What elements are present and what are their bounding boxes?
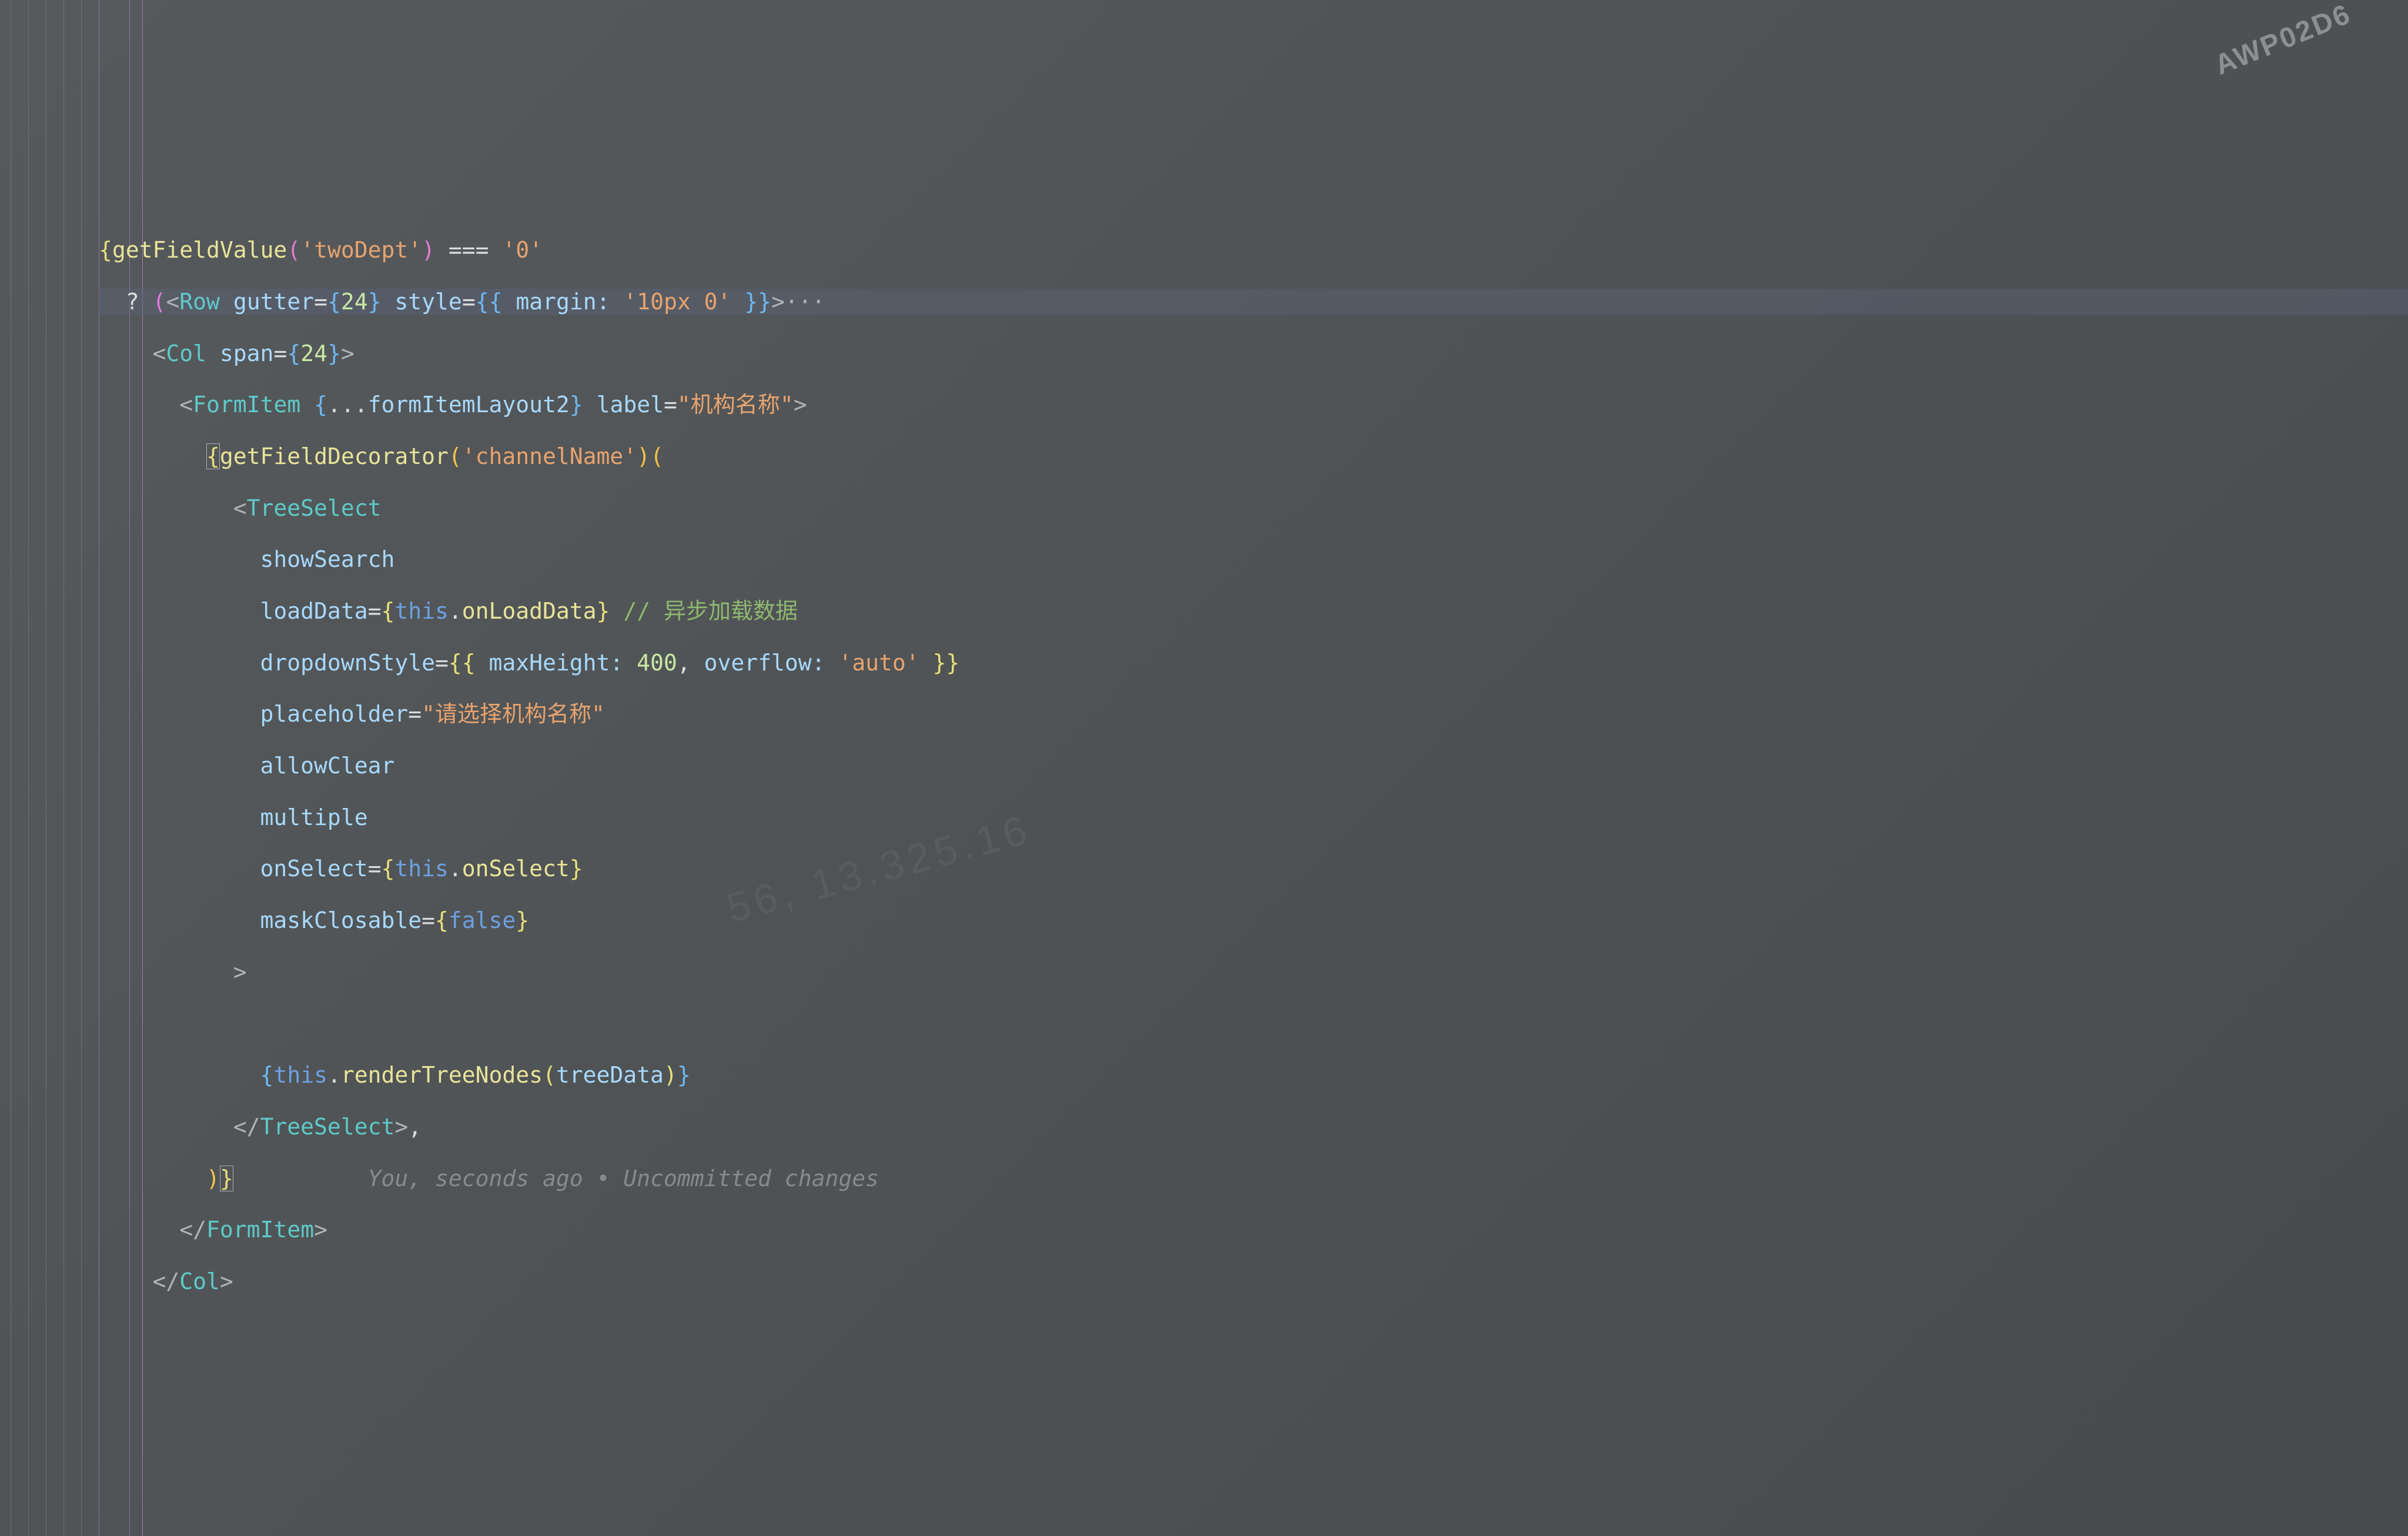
code-line[interactable]: showSearch (99, 546, 2408, 572)
code-line[interactable] (99, 1011, 2408, 1037)
code-line[interactable]: maskClosable={false} (99, 907, 2408, 933)
code-line[interactable]: placeholder="请选择机构名称" (99, 701, 2408, 727)
gitlens-annotation: You, seconds ago • Uncommitted changes (368, 1166, 879, 1191)
code-line[interactable]: > (99, 959, 2408, 985)
code-line[interactable]: allowClear (99, 753, 2408, 779)
code-line[interactable]: <Col span={24}> (99, 340, 2408, 366)
code-line[interactable]: </Col> (99, 1268, 2408, 1294)
bracket-match-open: { (206, 443, 220, 469)
code-line[interactable]: {getFieldDecorator('channelName')( (99, 443, 2408, 469)
code-line[interactable]: )} You, seconds ago • Uncommitted change… (99, 1166, 2408, 1191)
code-line[interactable]: onSelect={this.onSelect} (99, 856, 2408, 881)
code-line[interactable]: <TreeSelect (99, 495, 2408, 521)
code-line[interactable]: </TreeSelect>, (99, 1114, 2408, 1140)
code-line[interactable]: dropdownStyle={{ maxHeight: 400, overflo… (99, 650, 2408, 676)
code-line[interactable]: {this.renderTreeNodes(treeData)} (99, 1062, 2408, 1088)
bracket-match-close: } (220, 1166, 233, 1191)
code-editor[interactable]: AWP02D6 56, 13.325.16 {getFieldValue('tw… (0, 0, 2408, 1536)
code-line[interactable]: </FormItem> (99, 1217, 2408, 1243)
code-line[interactable]: <FormItem {...formItemLayout2} label="机构… (99, 392, 2408, 418)
code-line[interactable]: multiple (99, 804, 2408, 830)
code-line[interactable]: loadData={this.onLoadData} // 异步加载数据 (99, 598, 2408, 624)
watermark-corner: AWP02D6 (2210, 0, 2356, 82)
code-line-highlighted[interactable]: ? (<Row gutter={24} style={{ margin: '10… (99, 289, 2408, 315)
code-block[interactable]: {getFieldValue('twoDept') === '0' ? (<Ro… (0, 212, 2408, 1346)
fold-icon[interactable]: ··· (785, 289, 825, 315)
code-line[interactable]: {getFieldValue('twoDept') === '0' (99, 237, 2408, 263)
